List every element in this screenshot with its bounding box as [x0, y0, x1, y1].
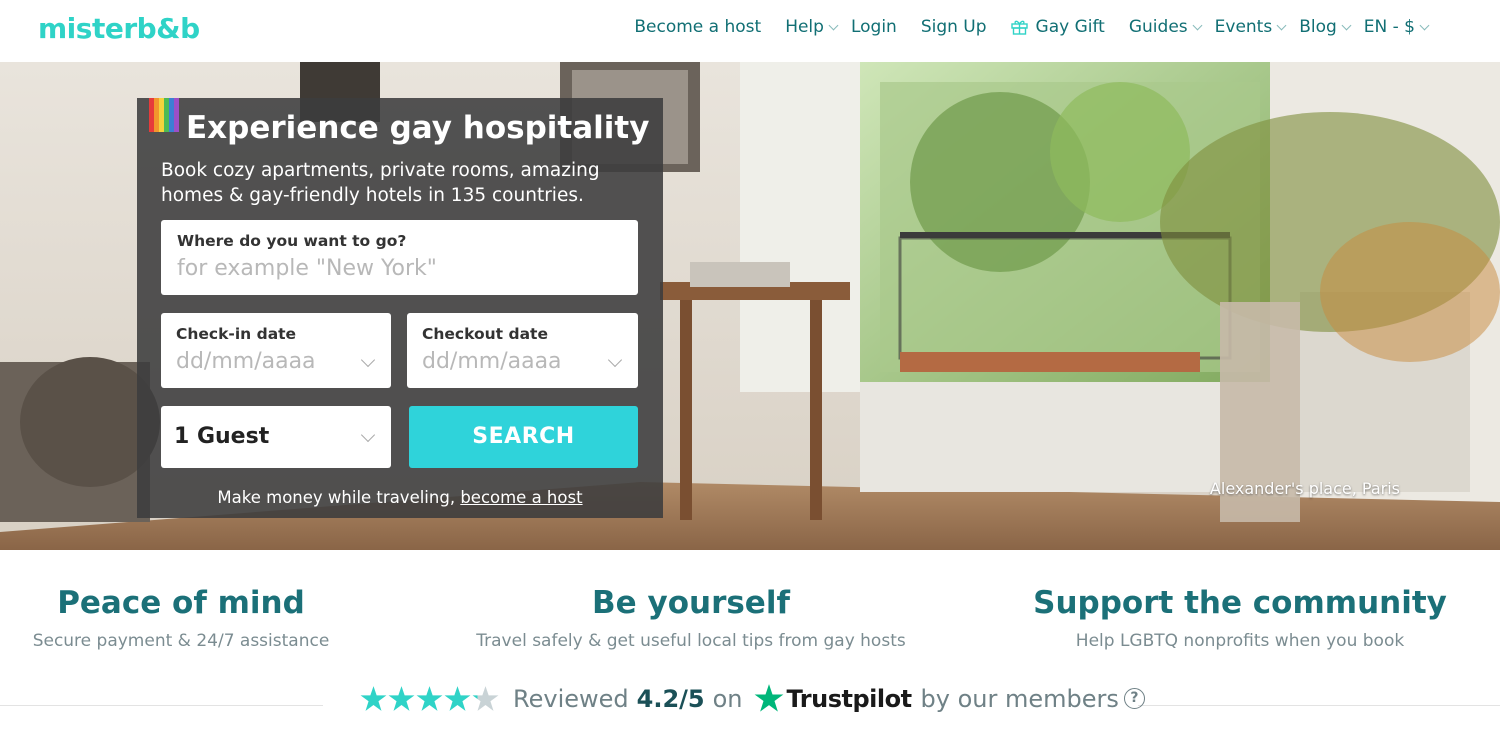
- guests-select[interactable]: 1 Guest: [161, 406, 391, 468]
- star-icon: [360, 685, 387, 711]
- destination-label: Where do you want to go?: [177, 232, 407, 250]
- checkin-label: Check-in date: [176, 325, 297, 343]
- feature-subtitle: Secure payment & 24/7 assistance: [32, 631, 330, 651]
- main-nav: Become a host Help Login Sign Up Gay Gif…: [610, 17, 1430, 37]
- chevron-down-icon: [1419, 20, 1430, 30]
- chevron-down-icon: [828, 20, 839, 30]
- review-bar: Reviewed 4.2/5 on Trustpilot by our memb…: [360, 684, 1145, 713]
- star-icon: [472, 685, 499, 711]
- feature-title: Peace of mind: [57, 585, 305, 621]
- review-prefix: Reviewed: [513, 684, 629, 713]
- site-header: misterb&b Become a host Help Login Sign …: [0, 0, 1500, 62]
- photo-caption: Alexander's place, Paris: [1209, 479, 1400, 498]
- search-button[interactable]: SEARCH: [409, 406, 638, 468]
- nav-blog-label: Blog: [1299, 17, 1337, 37]
- guests-value: 1 Guest: [174, 424, 270, 449]
- divider: [1138, 705, 1500, 706]
- nav-locale-label: EN - $: [1363, 17, 1415, 37]
- feature-title: Be yourself: [592, 585, 790, 621]
- chevron-down-icon: [607, 352, 623, 368]
- checkin-field[interactable]: Check-in date dd/mm/aaaa: [161, 313, 391, 388]
- trustpilot-logo[interactable]: Trustpilot: [754, 684, 912, 713]
- review-score: 4.2/5: [636, 684, 705, 713]
- chevron-down-icon: [1341, 20, 1352, 30]
- host-promo: Make money while traveling, become a hos…: [137, 488, 663, 507]
- chevron-down-icon: [1192, 20, 1203, 30]
- star-icon: [388, 685, 415, 711]
- search-panel: Experience gay hospitality Book cozy apa…: [137, 98, 663, 518]
- logo[interactable]: misterb&b: [38, 12, 200, 45]
- nav-gift[interactable]: Gay Gift: [1010, 17, 1105, 37]
- star-icon: [416, 685, 443, 711]
- checkout-field[interactable]: Checkout date dd/mm/aaaa: [407, 313, 638, 388]
- review-on: on: [712, 684, 743, 713]
- host-promo-text: Make money while traveling,: [217, 488, 456, 507]
- nav-signup-label: Sign Up: [920, 17, 987, 37]
- feature-title: Support the community: [1033, 585, 1447, 621]
- hero-subtitle: Book cozy apartments, private rooms, ama…: [161, 160, 600, 206]
- nav-gift-label: Gay Gift: [1035, 17, 1105, 37]
- hero-title: Experience gay hospitality: [186, 110, 650, 146]
- hero: Alexander's place, Paris Experience gay …: [0, 62, 1500, 550]
- nav-events[interactable]: Events: [1214, 17, 1287, 37]
- nav-help[interactable]: Help: [785, 17, 839, 37]
- feature-subtitle: Travel safely & get useful local tips fr…: [476, 631, 906, 651]
- nav-guides-label: Guides: [1128, 17, 1188, 37]
- nav-events-label: Events: [1214, 17, 1273, 37]
- rating-stars: [360, 685, 500, 712]
- checkout-label: Checkout date: [422, 325, 548, 343]
- review-suffix: by our members: [920, 684, 1119, 713]
- checkin-input[interactable]: dd/mm/aaaa: [176, 349, 316, 374]
- nav-locale[interactable]: EN - $: [1363, 17, 1430, 37]
- nav-signup[interactable]: Sign Up: [921, 17, 987, 37]
- nav-become-host[interactable]: Become a host: [634, 17, 761, 37]
- feature-peace-of-mind: Peace of mind Secure payment & 24/7 assi…: [0, 585, 362, 651]
- nav-blog[interactable]: Blog: [1299, 17, 1352, 37]
- rainbow-flag-icon: [149, 98, 179, 132]
- destination-field[interactable]: Where do you want to go? for example "Ne…: [161, 220, 638, 295]
- nav-help-label: Help: [785, 17, 824, 37]
- feature-be-yourself: Be yourself Travel safely & get useful l…: [446, 585, 936, 651]
- become-host-link[interactable]: become a host: [460, 488, 582, 507]
- nav-login[interactable]: Login: [851, 17, 897, 37]
- divider: [0, 705, 323, 706]
- chevron-down-icon: [1276, 20, 1287, 30]
- trustpilot-label: Trustpilot: [786, 684, 913, 713]
- feature-subtitle: Help LGBTQ nonprofits when you book: [1075, 631, 1405, 651]
- feature-support-community: Support the community Help LGBTQ nonprof…: [1030, 585, 1450, 651]
- nav-guides[interactable]: Guides: [1128, 17, 1203, 37]
- trustpilot-star-icon: [754, 684, 783, 712]
- checkout-input[interactable]: dd/mm/aaaa: [422, 349, 562, 374]
- chevron-down-icon: [360, 427, 376, 443]
- gift-icon: [1010, 19, 1028, 35]
- question-icon[interactable]: ?: [1123, 688, 1145, 709]
- nav-login-label: Login: [850, 17, 897, 37]
- chevron-down-icon: [360, 352, 376, 368]
- star-icon: [444, 685, 471, 711]
- destination-input[interactable]: for example "New York": [177, 256, 437, 281]
- nav-become-host-label: Become a host: [634, 17, 762, 37]
